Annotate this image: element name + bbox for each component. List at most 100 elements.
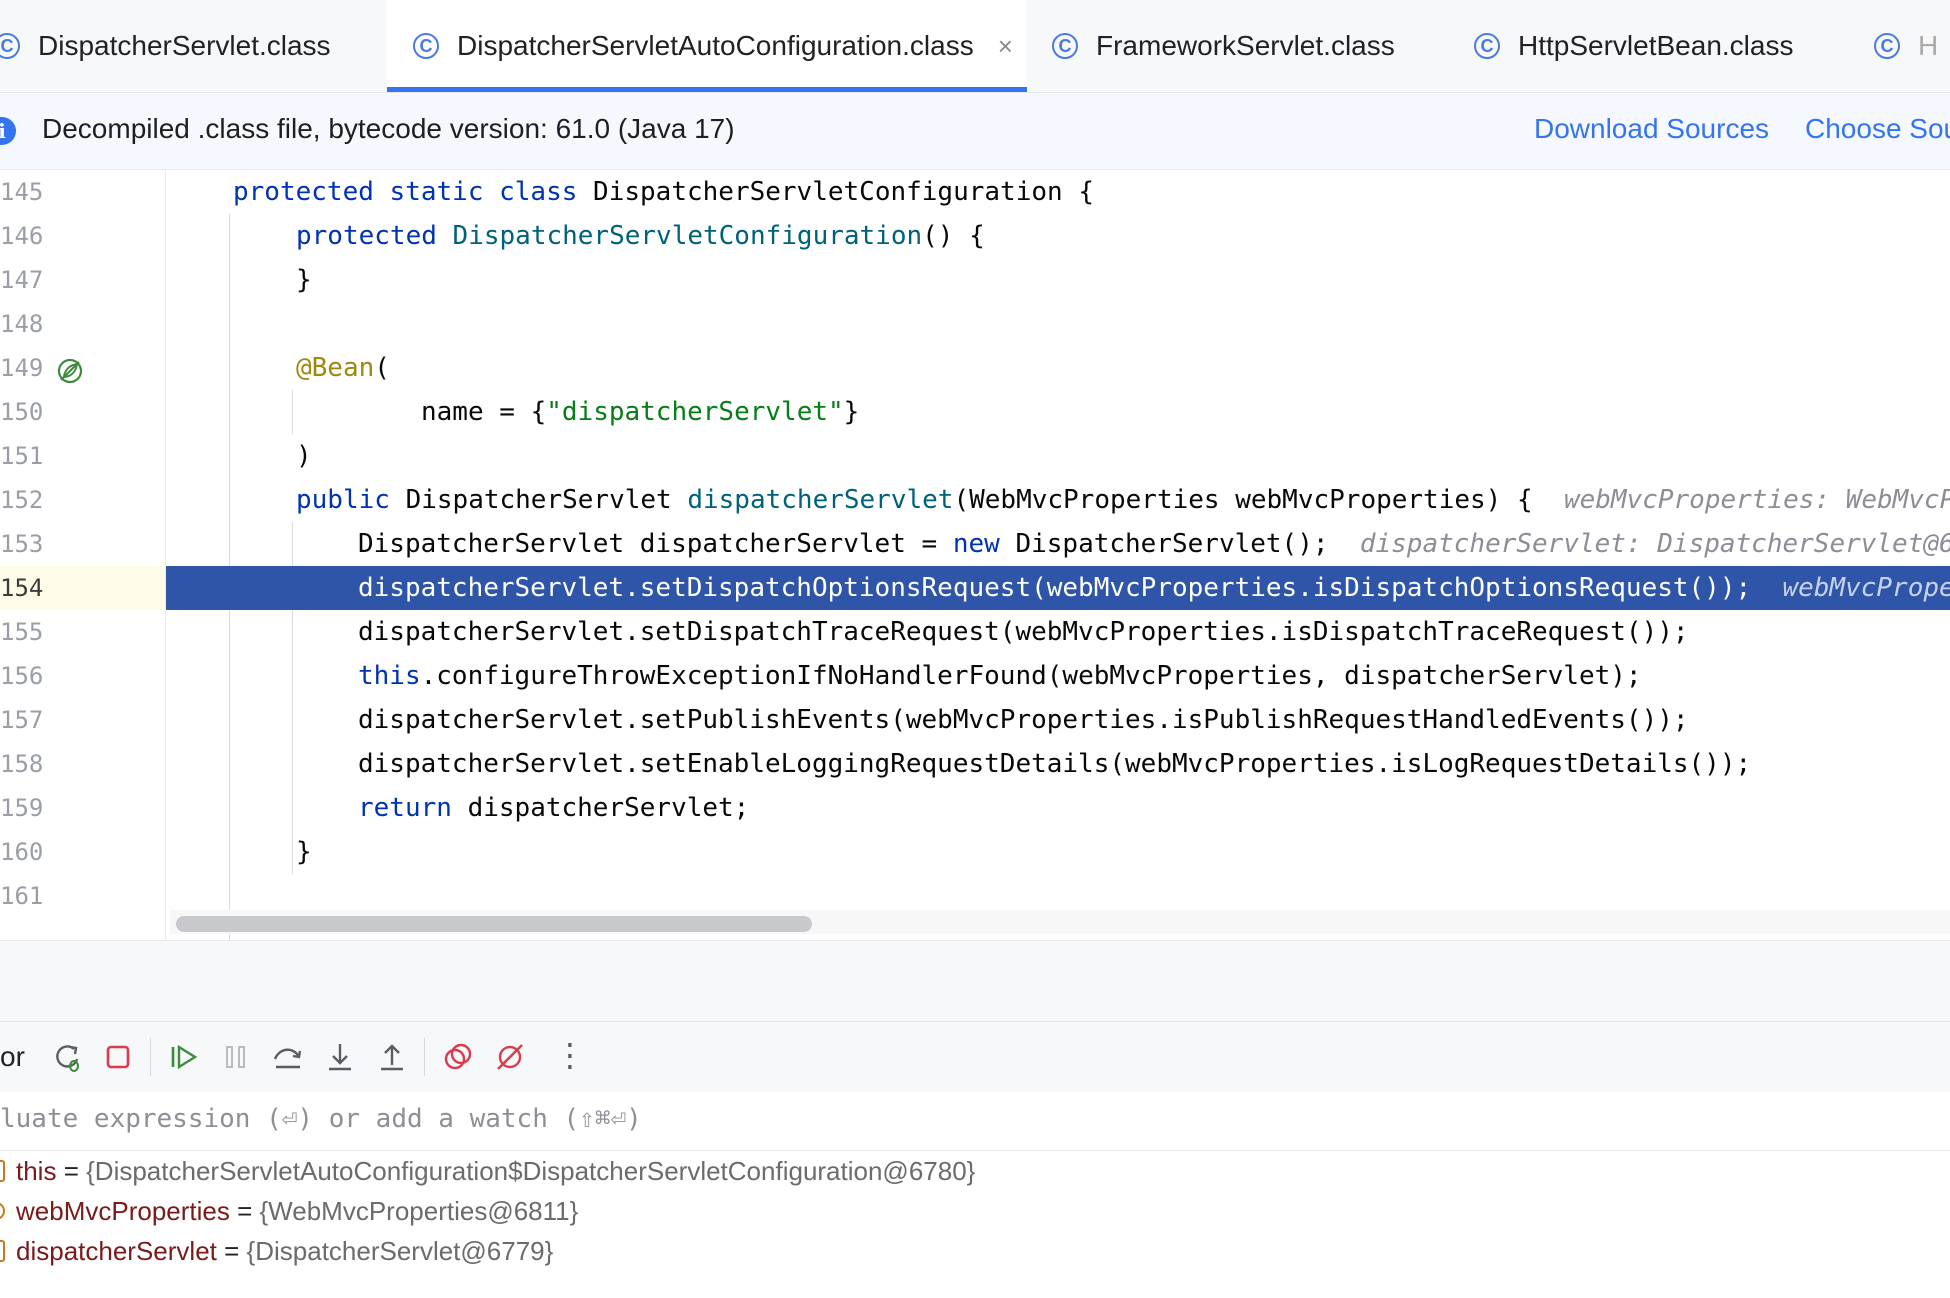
code-text: ( xyxy=(374,353,390,383)
variable-value: {WebMvcProperties@6811} xyxy=(259,1196,579,1226)
code-line-153: DispatcherServlet dispatcherServlet = ne… xyxy=(166,522,1950,566)
horizontal-scrollbar-thumb[interactable] xyxy=(176,916,812,932)
variable-equals: = xyxy=(229,1196,260,1226)
code-text: .configureThrowExceptionIfNoHandlerFound… xyxy=(420,661,1642,691)
variable-row[interactable]: webMvcProperties = {WebMvcProperties@681… xyxy=(0,1191,578,1231)
line-gutter[interactable]: 145 146 147 148 149 150 151 152 153 154 … xyxy=(0,170,166,940)
tab-framework-servlet[interactable]: C FrameworkServlet.class xyxy=(1052,0,1412,92)
keyword: class xyxy=(499,177,578,207)
spring-bean-icon[interactable] xyxy=(56,357,84,385)
code-text: DispatcherServlet xyxy=(389,485,688,515)
code-text: DispatcherServlet dispatcherServlet = xyxy=(358,529,953,559)
keyword: protected xyxy=(296,221,437,251)
line-number: 147 xyxy=(0,266,44,294)
toolbar-separator xyxy=(150,1038,151,1076)
keyword: this xyxy=(358,661,421,691)
tab-dispatcher-servlet-auto-configuration[interactable]: C DispatcherServletAutoConfiguration.cla… xyxy=(387,0,1027,92)
inline-debug-hint: webMvcProperties: WebMvcP xyxy=(1563,485,1950,515)
step-into-icon[interactable] xyxy=(322,1039,358,1075)
class-icon: C xyxy=(0,33,20,59)
line-number: 146 xyxy=(0,222,44,250)
tab-label: HttpServletBean.class xyxy=(1518,30,1794,61)
variable-name: webMvcProperties xyxy=(16,1196,230,1226)
pause-icon[interactable] xyxy=(218,1039,254,1075)
code-text: } xyxy=(296,837,312,867)
method-name: DispatcherServletConfiguration xyxy=(452,221,923,251)
annotation: @Bean xyxy=(296,353,375,383)
download-sources-link[interactable]: Download Sources xyxy=(1534,113,1769,145)
line-number: 160 xyxy=(0,838,44,866)
line-number: 155 xyxy=(0,618,44,646)
code-text: } xyxy=(296,265,312,295)
execution-point-line-154: dispatcherServlet.setDispatchOptionsRequ… xyxy=(166,566,1950,610)
tab-overflow[interactable]: C H xyxy=(1874,0,1950,92)
code-area[interactable]: protected static class DispatcherServlet… xyxy=(166,170,1950,940)
evaluate-expression-field[interactable]: luate expression (⏎) or add a watch (⇧⌘⏎… xyxy=(0,1092,1950,1151)
keyword: public xyxy=(296,485,390,515)
choose-sources-link[interactable]: Choose Sou xyxy=(1805,113,1950,145)
code-line-146: protected DispatcherServletConfiguration… xyxy=(166,214,1950,258)
code-text: dispatcherServlet.setDispatchTraceReques… xyxy=(358,617,1689,647)
code-line-157: dispatcherServlet.setPublishEvents(webMv… xyxy=(166,698,1950,742)
line-number: 148 xyxy=(0,310,44,338)
code-text: dispatcherServlet.setDispatchOptionsRequ… xyxy=(358,573,1752,603)
class-icon: C xyxy=(413,33,439,59)
code-editor[interactable]: 145 146 147 148 149 150 151 152 153 154 … xyxy=(0,170,1950,940)
step-out-icon[interactable] xyxy=(374,1039,410,1075)
code-text: dispatcherServlet; xyxy=(451,793,750,823)
info-icon: i xyxy=(0,117,16,145)
tab-label: DispatcherServletAutoConfiguration.class xyxy=(457,30,974,61)
rerun-debug-icon[interactable] xyxy=(50,1039,86,1075)
parameter-icon xyxy=(0,1202,5,1220)
code-line-152: public DispatcherServlet dispatcherServl… xyxy=(166,478,1950,522)
debug-toolbar: or ⋮ xyxy=(0,1021,1950,1093)
code-text: ) xyxy=(296,441,312,471)
tab-label: FrameworkServlet.class xyxy=(1096,30,1395,61)
tab-label: DispatcherServlet.class xyxy=(38,30,331,61)
code-line-156: this.configureThrowExceptionIfNoHandlerF… xyxy=(166,654,1950,698)
debug-panel-header xyxy=(0,940,1950,1021)
code-text: DispatcherServlet(); xyxy=(999,529,1329,559)
more-options-icon[interactable]: ⋮ xyxy=(554,1036,586,1074)
variable-name: dispatcherServlet xyxy=(16,1236,217,1266)
line-number: 156 xyxy=(0,662,44,690)
variable-value: {DispatcherServlet@6779} xyxy=(246,1236,554,1266)
code-line-149: @Bean( xyxy=(166,346,1950,390)
variables-tree: this = {DispatcherServletAutoConfigurati… xyxy=(0,1151,1950,1298)
decompiled-info-banner: i Decompiled .class file, bytecode versi… xyxy=(0,93,1950,170)
tab-dispatcher-servlet[interactable]: C DispatcherServlet.class xyxy=(0,0,374,92)
variable-equals: = xyxy=(56,1156,87,1186)
step-over-icon[interactable] xyxy=(270,1039,306,1075)
line-number: 159 xyxy=(0,794,44,822)
line-number: 145 xyxy=(0,178,44,206)
stop-icon[interactable] xyxy=(100,1039,136,1075)
line-number: 161 xyxy=(0,882,44,910)
variable-row[interactable]: this = {DispatcherServletAutoConfigurati… xyxy=(0,1151,975,1191)
class-icon: C xyxy=(1874,33,1900,59)
tab-http-servlet-bean[interactable]: C HttpServletBean.class xyxy=(1474,0,1854,92)
code-text: dispatcherServlet.setEnableLoggingReques… xyxy=(358,749,1752,779)
code-line-151: ) xyxy=(166,434,1950,478)
mute-breakpoints-icon[interactable] xyxy=(492,1039,528,1075)
resume-icon[interactable] xyxy=(166,1039,202,1075)
close-tab-icon[interactable]: × xyxy=(998,31,1013,62)
keyword: static xyxy=(389,177,484,207)
keyword: protected xyxy=(233,177,374,207)
code-text: DispatcherServletConfiguration { xyxy=(577,177,1094,207)
field-icon xyxy=(0,1240,5,1262)
line-number: 158 xyxy=(0,750,44,778)
code-text: dispatcherServlet.setPublishEvents(webMv… xyxy=(358,705,1689,735)
code-text: (WebMvcProperties webMvcProperties) { xyxy=(953,485,1533,515)
class-icon: C xyxy=(1052,33,1078,59)
code-line-150: name = {"dispatcherServlet"} xyxy=(166,390,1950,434)
code-text: name = { xyxy=(421,397,547,427)
inline-debug-hint: webMvcPrope xyxy=(1782,573,1950,603)
debugger-tab-label[interactable]: or xyxy=(0,1041,25,1073)
line-number: 149 xyxy=(0,354,44,382)
line-number: 151 xyxy=(0,442,44,470)
string-literal: "dispatcherServlet" xyxy=(546,397,844,427)
view-breakpoints-icon[interactable] xyxy=(440,1039,476,1075)
code-line-159: return dispatcherServlet; xyxy=(166,786,1950,830)
code-line-145: protected static class DispatcherServlet… xyxy=(166,170,1950,214)
variable-row[interactable]: dispatcherServlet = {DispatcherServlet@6… xyxy=(0,1231,553,1271)
